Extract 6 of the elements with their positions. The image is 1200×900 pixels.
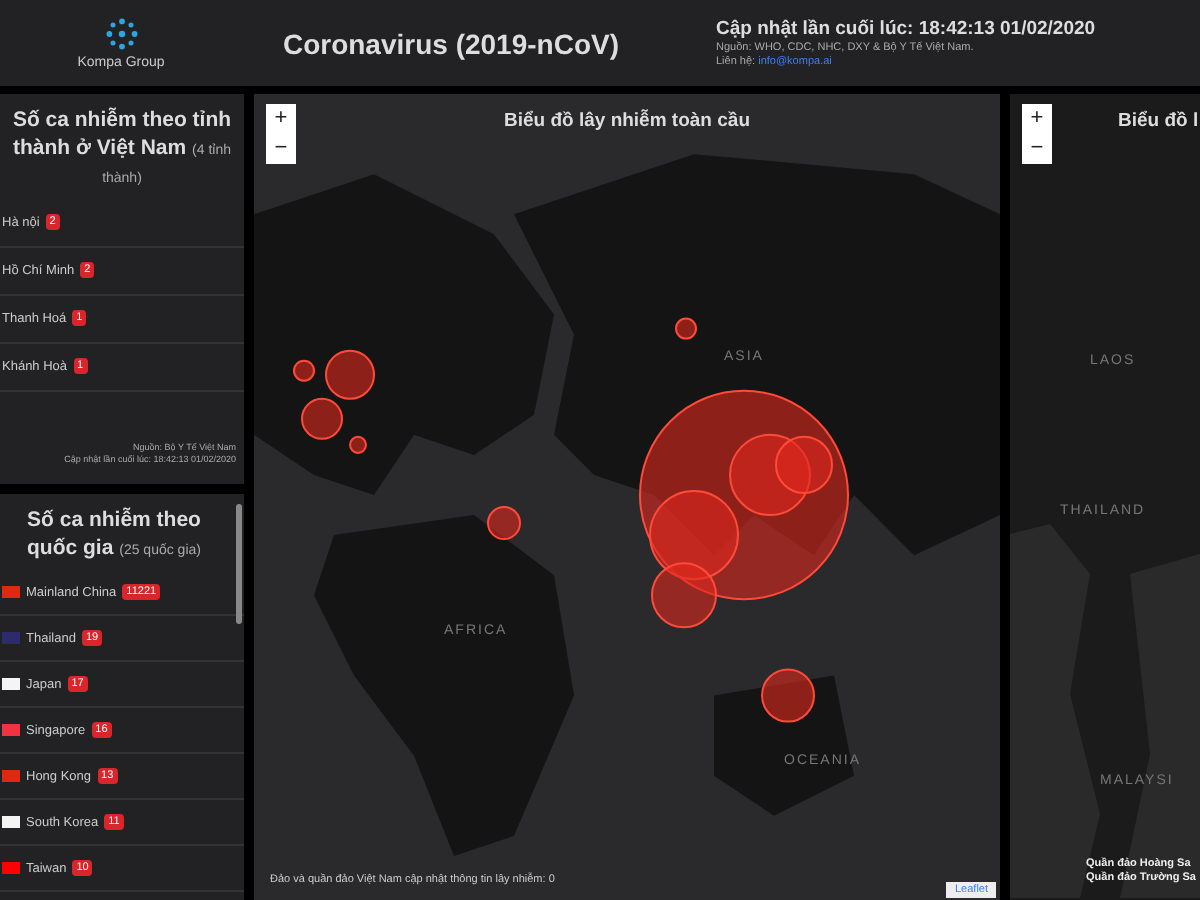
page-title: Coronavirus (2019-nCoV)	[280, 27, 622, 59]
map-title: Biểu đồ l	[1118, 110, 1199, 132]
scrollbar[interactable]	[236, 504, 242, 624]
map-title: Biểu đồ lây nhiễm toàn cầu	[504, 110, 750, 132]
snowflake-logo-icon	[103, 16, 139, 52]
update-time: Cập nhật lần cuối lúc: 18:42:13 01/02/2020	[716, 18, 1096, 40]
